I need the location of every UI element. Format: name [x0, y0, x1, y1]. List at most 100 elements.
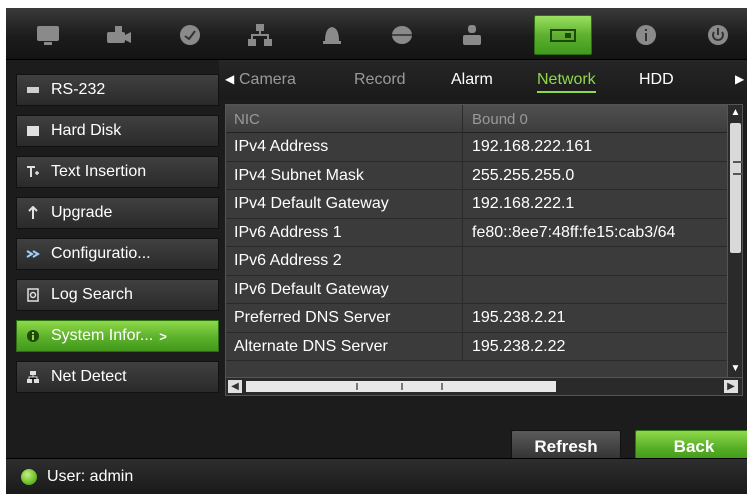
row-key: IPv4 Address: [234, 138, 329, 155]
table-row: Preferred DNS Server 195.238.2.21: [226, 304, 728, 333]
settings-sidebar: RS-232 Hard Disk Text Insertion Upgrade …: [6, 60, 219, 458]
column-divider: [462, 247, 463, 275]
serial-port-icon: [25, 82, 41, 98]
table-row: IPv4 Default Gateway 192.168.222.1: [226, 190, 728, 219]
dvr-system-info-screen: RS-232 Hard Disk Text Insertion Upgrade …: [6, 8, 747, 494]
table-row: IPv4 Address 192.168.222.161: [226, 133, 728, 162]
info-button[interactable]: [620, 15, 672, 55]
header-nic-label: NIC: [234, 111, 260, 128]
hard-disk-icon: [25, 123, 41, 139]
scroll-left-icon[interactable]: ◀: [228, 380, 242, 393]
tab-scroll-left-icon[interactable]: ◀: [225, 72, 234, 86]
vertical-scroll-thumb[interactable]: [730, 123, 742, 253]
camera-settings-button[interactable]: [92, 15, 144, 55]
sidebar-item-hard-disk[interactable]: Hard Disk: [16, 115, 219, 147]
tab-bar: ◀ Camera Record Alarm Network HDD ▶: [219, 60, 747, 100]
record-settings-button[interactable]: [164, 15, 216, 55]
sidebar-item-rs232[interactable]: RS-232: [16, 74, 219, 106]
sidebar-item-configuration[interactable]: Configuratio...: [16, 238, 219, 270]
row-key: IPv6 Address 1: [234, 223, 342, 241]
column-divider: [462, 190, 463, 218]
column-divider: [462, 105, 463, 133]
main-toolbar: [6, 8, 747, 60]
row-key: IPv6 Default Gateway: [234, 280, 389, 298]
scroll-grip: [733, 173, 742, 175]
scroll-down-icon[interactable]: ▼: [730, 363, 741, 375]
horizontal-scrollbar[interactable]: ◀ ▶: [226, 377, 742, 395]
row-value: 192.168.222.161: [472, 138, 593, 155]
tab-network[interactable]: Network: [537, 71, 596, 93]
column-divider: [462, 161, 463, 189]
system-settings-button[interactable]: [534, 15, 592, 55]
column-divider: [462, 133, 463, 161]
scroll-grip: [441, 383, 443, 390]
configuration-icon: [25, 246, 41, 262]
current-user-label: User: admin: [47, 467, 134, 485]
row-value: 255.255.255.0: [472, 166, 575, 184]
sidebar-item-label: System Infor...: [51, 327, 154, 344]
scroll-grip: [401, 383, 403, 390]
tab-scroll-right-icon[interactable]: ▶: [735, 72, 744, 86]
device-icon: [392, 26, 412, 44]
table-header: NIC Bound 0: [226, 105, 728, 133]
sidebar-item-net-detect[interactable]: Net Detect: [16, 361, 219, 393]
table-rows: IPv4 Address 192.168.222.161 IPv4 Subnet …: [226, 133, 728, 361]
camera-icon: [107, 26, 131, 43]
row-value: 195.238.2.22: [472, 337, 566, 355]
scroll-grip: [733, 161, 742, 163]
alarm-settings-button[interactable]: [306, 15, 358, 55]
row-key: Preferred DNS Server: [234, 309, 391, 326]
scroll-grip: [356, 383, 358, 390]
tab-camera[interactable]: Camera: [239, 71, 296, 89]
main-panel: ◀ Camera Record Alarm Network HDD ▶ NIC …: [219, 60, 747, 464]
power-icon: [708, 25, 728, 45]
tab-record[interactable]: Record: [354, 71, 406, 89]
alarm-bell-icon: [323, 27, 341, 44]
sidebar-item-label: Configuratio...: [51, 245, 151, 262]
sidebar-item-label: RS-232: [51, 81, 106, 98]
system-info-icon: [25, 328, 41, 344]
row-value: fe80::8ee7:48ff:fe15:cab3/64: [472, 223, 676, 241]
user-icon: [463, 25, 481, 45]
network-info-table: NIC Bound 0 IPv4 Address 192.168.222.161 …: [225, 104, 743, 396]
user-settings-button[interactable]: [446, 15, 498, 55]
scroll-up-icon[interactable]: ▲: [730, 107, 741, 119]
column-divider: [462, 218, 463, 246]
chevron-right-icon: >: [159, 328, 167, 344]
sidebar-item-label: Text Insertion: [51, 163, 147, 180]
table-row: IPv6 Address 2: [226, 247, 728, 276]
sidebar-item-label: Log Search: [51, 286, 133, 303]
tab-hdd[interactable]: HDD: [639, 71, 674, 89]
sidebar-item-label: Net Detect: [51, 368, 127, 385]
column-divider: [462, 304, 463, 332]
column-divider: [462, 332, 463, 360]
sidebar-item-upgrade[interactable]: Upgrade: [16, 197, 219, 229]
device-settings-button[interactable]: [376, 15, 428, 55]
row-value: 192.168.222.1: [472, 195, 575, 212]
scroll-right-icon[interactable]: ▶: [724, 380, 738, 393]
row-key: Alternate DNS Server: [234, 337, 388, 355]
table-row: IPv6 Default Gateway: [226, 275, 728, 304]
table-row: IPv4 Subnet Mask 255.255.255.0: [226, 161, 728, 190]
row-value: 195.238.2.21: [472, 309, 566, 326]
header-bound-value: Bound 0: [472, 111, 528, 128]
horizontal-scroll-thumb[interactable]: [246, 381, 556, 392]
network-icon: [248, 24, 272, 46]
sidebar-item-system-info[interactable]: System Infor... >: [16, 320, 219, 352]
text-insert-icon: [25, 164, 41, 180]
upgrade-icon: [25, 205, 41, 221]
vertical-scrollbar[interactable]: ▲ ▼: [727, 105, 742, 377]
display-icon: [37, 26, 59, 45]
table-row: IPv6 Address 1 fe80::8ee7:48ff:fe15:cab3/…: [226, 218, 728, 247]
row-key: IPv4 Default Gateway: [234, 195, 389, 212]
sidebar-item-text-insertion[interactable]: Text Insertion: [16, 156, 219, 188]
row-key: IPv6 Address 2: [234, 252, 342, 269]
sidebar-item-log-search[interactable]: Log Search: [16, 279, 219, 311]
network-settings-button[interactable]: [234, 15, 286, 55]
tab-alarm[interactable]: Alarm: [451, 71, 493, 89]
power-button[interactable]: [692, 15, 744, 55]
row-key: IPv4 Subnet Mask: [234, 166, 364, 184]
display-settings-button[interactable]: [22, 15, 74, 55]
system-info-icon: [550, 29, 576, 42]
sidebar-item-label: Hard Disk: [51, 122, 122, 139]
